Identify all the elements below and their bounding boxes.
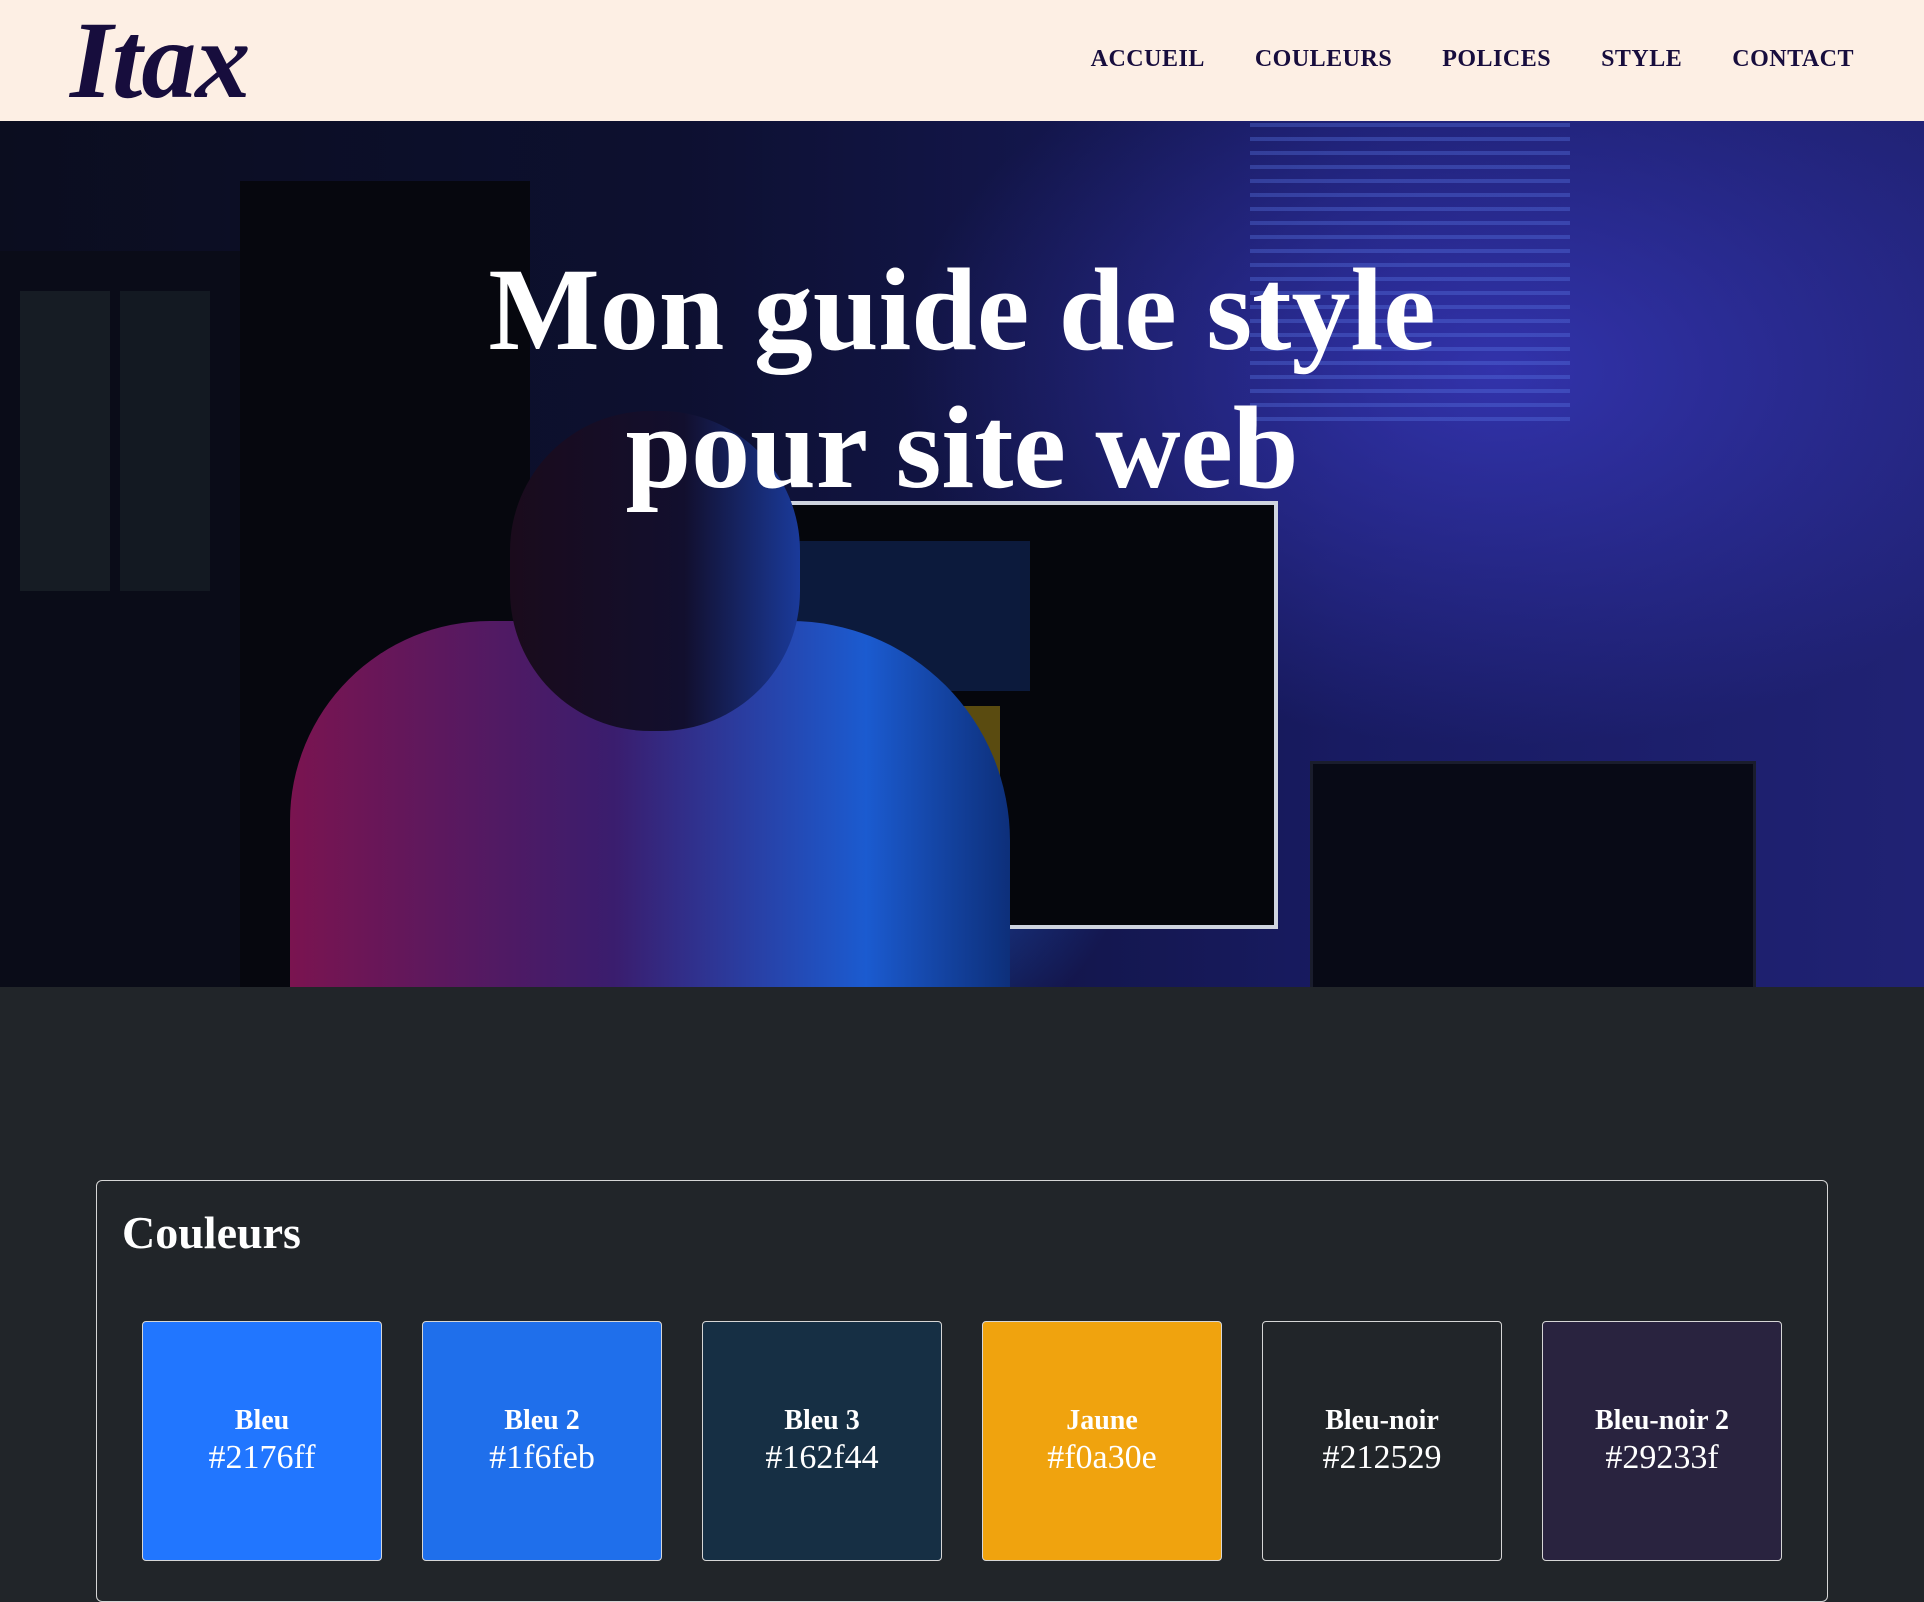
nav-link-accueil[interactable]: ACCUEIL <box>1091 46 1205 73</box>
hero-title-line2: pour site web <box>625 382 1299 513</box>
swatch-name: Bleu-noir 2 <box>1594 1405 1730 1436</box>
swatch-name: Bleu <box>234 1405 290 1436</box>
nav-link-polices[interactable]: POLICES <box>1442 46 1551 73</box>
swatch-name: Bleu 2 <box>504 1405 580 1436</box>
swatch-name: Bleu 3 <box>784 1405 860 1436</box>
colors-title: Couleurs <box>122 1207 301 1258</box>
laptop-shape <box>1310 761 1756 987</box>
hero-title: Mon guide de style pour site web <box>0 241 1924 517</box>
swatch-hex: #1f6feb <box>489 1439 595 1476</box>
color-swatch-bleu: Bleu #2176ff <box>142 1321 382 1561</box>
swatch-hex: #162f44 <box>765 1439 879 1476</box>
swatch-name: Jaune <box>1066 1405 1138 1436</box>
swatch-name: Bleu-noir <box>1325 1405 1439 1436</box>
swatch-hex: #2176ff <box>208 1439 316 1476</box>
swatch-hex: #f0a30e <box>1047 1439 1157 1476</box>
hero-title-line1: Mon guide de style <box>488 244 1436 375</box>
nav-links: ACCUEIL COULEURS POLICES STYLE CONTACT <box>1091 46 1854 73</box>
nav-link-couleurs[interactable]: COULEURS <box>1255 46 1392 73</box>
nav-link-contact[interactable]: CONTACT <box>1732 46 1854 73</box>
brand-logo[interactable]: Itax <box>70 4 250 116</box>
swatch-hex: #212529 <box>1322 1439 1442 1476</box>
swatch-hex: #29233f <box>1605 1439 1719 1476</box>
nav-link-style[interactable]: STYLE <box>1601 46 1682 73</box>
colors-section: Couleurs Bleu #2176ff Bleu 2 #1f6feb Ble… <box>96 1180 1828 1602</box>
navbar: Itax ACCUEIL COULEURS POLICES STYLE CONT… <box>0 0 1924 121</box>
color-swatch-bleu-noir: Bleu-noir #212529 <box>1262 1321 1502 1561</box>
color-swatch-bleu-2: Bleu 2 #1f6feb <box>422 1321 662 1561</box>
hero-banner: Mon guide de style pour site web <box>0 121 1924 987</box>
color-swatch-bleu-noir-2: Bleu-noir 2 #29233f <box>1542 1321 1782 1561</box>
color-swatch-jaune: Jaune #f0a30e <box>982 1321 1222 1561</box>
color-swatch-bleu-3: Bleu 3 #162f44 <box>702 1321 942 1561</box>
